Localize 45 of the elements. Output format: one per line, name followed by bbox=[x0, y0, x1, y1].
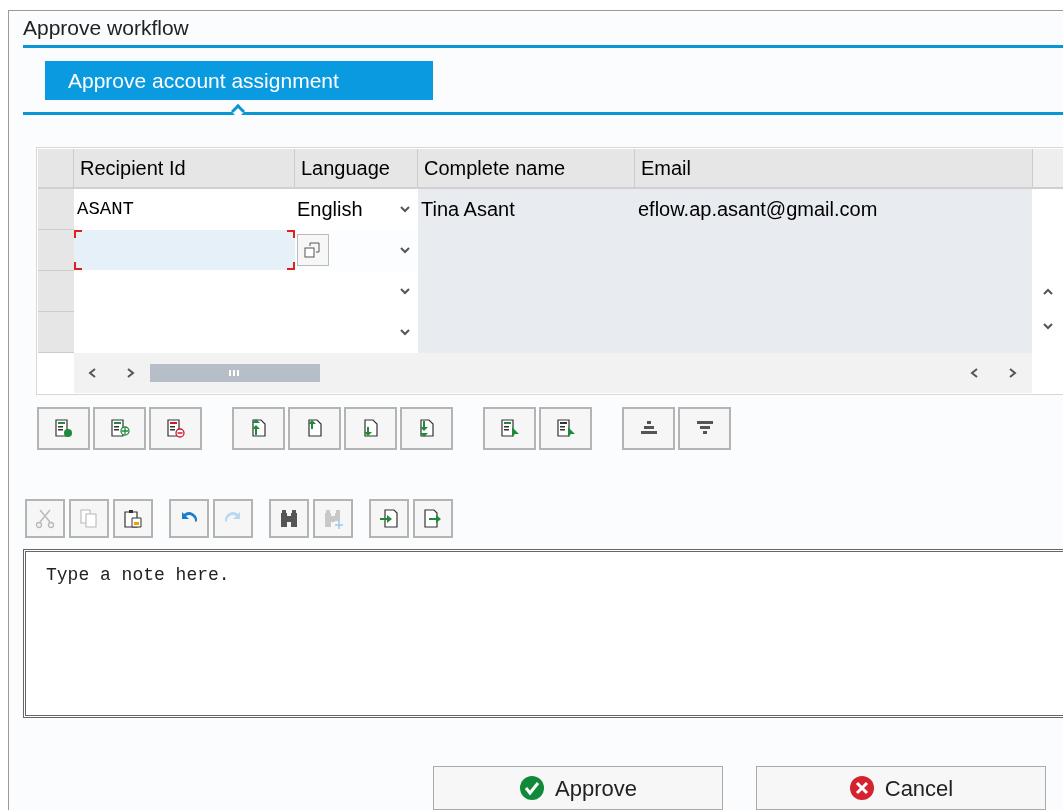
sort-descending-button[interactable] bbox=[678, 406, 731, 450]
find-icon bbox=[278, 507, 300, 530]
table-row[interactable]: ASANT English Tina Asant eflow.ap.asant@gmail.com bbox=[38, 188, 1032, 230]
table-cell: eflow.ap.asant@gmail.com bbox=[635, 188, 1032, 230]
close-icon bbox=[848, 775, 875, 801]
approve-button[interactable]: Approve bbox=[433, 766, 723, 810]
table-cell: Tina Asant bbox=[418, 188, 635, 230]
select-all-icon bbox=[498, 417, 521, 440]
append-row-icon bbox=[52, 417, 75, 440]
move-up-button[interactable] bbox=[288, 406, 341, 450]
table-cell-text: English bbox=[297, 197, 363, 223]
input-field[interactable] bbox=[74, 230, 295, 271]
paste-button[interactable] bbox=[113, 498, 153, 538]
scrollbar-thumb[interactable] bbox=[150, 363, 320, 382]
copy-icon bbox=[78, 507, 100, 530]
delete-row-icon bbox=[164, 417, 187, 440]
note-field[interactable]: Type a note here. bbox=[23, 548, 1063, 718]
deselect-all-button[interactable] bbox=[539, 406, 592, 450]
export-button[interactable] bbox=[413, 498, 453, 538]
cancel-button[interactable]: Cancel bbox=[756, 766, 1046, 810]
insert-row-button[interactable] bbox=[93, 406, 146, 450]
find-button[interactable] bbox=[269, 498, 309, 538]
value-help-button[interactable] bbox=[297, 234, 329, 267]
move-bottom-button[interactable] bbox=[400, 406, 453, 450]
column-header[interactable]: Language bbox=[295, 148, 418, 187]
import-button[interactable] bbox=[369, 498, 409, 538]
table-cell-text: ASANT bbox=[76, 197, 134, 223]
find-next-icon bbox=[322, 507, 344, 530]
select-all-button[interactable] bbox=[483, 406, 536, 450]
delete-row-button[interactable] bbox=[149, 406, 202, 450]
deselect-all-icon bbox=[554, 417, 577, 440]
move-down-button[interactable] bbox=[344, 406, 397, 450]
undo-button[interactable] bbox=[169, 498, 209, 538]
insert-row-icon bbox=[108, 417, 131, 440]
append-row-button[interactable] bbox=[37, 406, 90, 450]
import-icon bbox=[378, 507, 400, 530]
paste-icon bbox=[122, 507, 144, 530]
column-header[interactable]: Recipient Id bbox=[74, 148, 295, 187]
value-help-icon bbox=[303, 240, 323, 261]
column-header[interactable]: Complete name bbox=[418, 148, 635, 187]
move-top-button[interactable] bbox=[232, 406, 285, 450]
sort-ascending-button[interactable] bbox=[622, 406, 675, 450]
cut-icon bbox=[34, 507, 56, 530]
check-icon bbox=[519, 775, 545, 801]
window-title: Approve workflow bbox=[23, 15, 190, 41]
